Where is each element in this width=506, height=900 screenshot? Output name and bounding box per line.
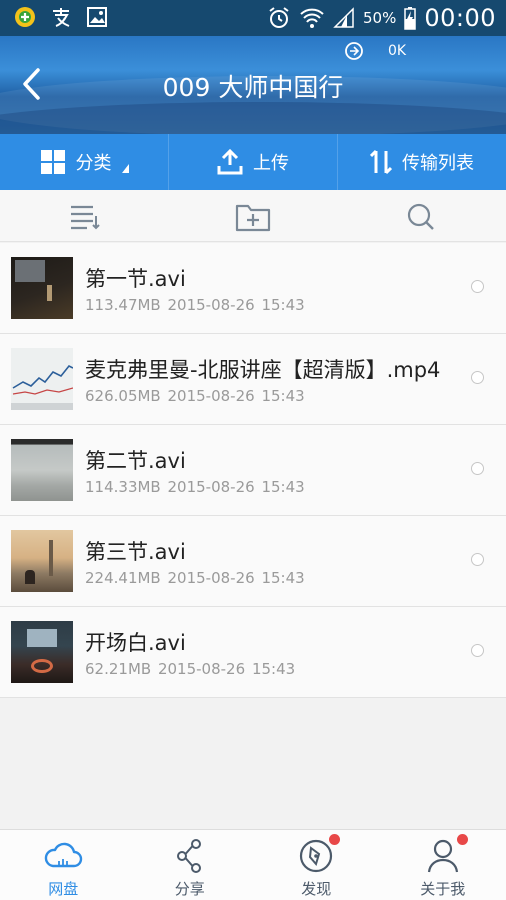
video-thumbnail bbox=[11, 530, 73, 592]
traffic-icon bbox=[345, 42, 363, 60]
alipay-notification-icon bbox=[50, 6, 72, 28]
wifi-icon bbox=[300, 8, 324, 28]
select-checkbox[interactable] bbox=[471, 553, 484, 566]
notification-badge bbox=[456, 834, 468, 845]
video-thumbnail bbox=[11, 257, 73, 319]
video-thumbnail bbox=[11, 621, 73, 683]
notification-badge bbox=[329, 834, 340, 845]
nav-label: 关于我 bbox=[420, 880, 466, 898]
select-checkbox[interactable] bbox=[471, 644, 484, 657]
traffic-speed: 0K bbox=[388, 43, 407, 59]
nav-item-share[interactable]: 分享 bbox=[127, 830, 254, 900]
traffic-indicator: 0K bbox=[344, 41, 406, 61]
file-meta: 626.05MB 2015-08-26 15:43 bbox=[85, 387, 305, 405]
caret-icon bbox=[121, 163, 129, 173]
upload-label: 上传 bbox=[253, 153, 289, 174]
header: 0K 009 大师中国行 bbox=[0, 36, 506, 134]
video-thumbnail bbox=[11, 348, 73, 410]
nav-label: 分享 bbox=[174, 880, 205, 898]
transfer-list-button[interactable]: 传输列表 bbox=[338, 134, 506, 190]
file-name: 开场白.avi bbox=[85, 631, 186, 655]
video-thumbnail bbox=[11, 439, 73, 501]
new-folder-icon[interactable] bbox=[235, 202, 271, 232]
search-icon[interactable] bbox=[405, 202, 437, 232]
file-row[interactable]: 麦克弗里曼-北服讲座【超清版】.mp4 626.05MB 2015-08-26 … bbox=[0, 334, 506, 425]
nav-item-discover[interactable]: 发现 bbox=[253, 830, 380, 900]
nav-label: 发现 bbox=[301, 880, 332, 898]
nav-label: 网盘 bbox=[48, 880, 79, 898]
file-row[interactable]: 第一节.avi 113.47MB 2015-08-26 15:43 bbox=[0, 243, 506, 334]
file-meta: 62.21MB 2015-08-26 15:43 bbox=[85, 660, 296, 678]
file-meta: 114.33MB 2015-08-26 15:43 bbox=[85, 478, 305, 496]
file-meta: 224.41MB 2015-08-26 15:43 bbox=[85, 569, 305, 587]
category-label: 分类 bbox=[75, 153, 112, 174]
file-row[interactable]: 第三节.avi 224.41MB 2015-08-26 15:43 bbox=[0, 516, 506, 607]
nav-item-cloud-drive[interactable]: 网盘 bbox=[0, 830, 127, 900]
transfer-list-label: 传输列表 bbox=[402, 153, 474, 174]
share-icon bbox=[176, 839, 201, 873]
file-name: 麦克弗里曼-北服讲座【超清版】.mp4 bbox=[85, 358, 441, 382]
bottom-nav: 网盘 分享 发现 关于我 bbox=[0, 829, 506, 900]
battery-percent: 50% bbox=[362, 9, 397, 27]
sort-icon[interactable] bbox=[69, 202, 101, 232]
upload-button[interactable]: 上传 bbox=[169, 134, 338, 190]
select-checkbox[interactable] bbox=[471, 462, 484, 475]
transfer-icon bbox=[370, 149, 392, 175]
select-checkbox[interactable] bbox=[471, 280, 484, 293]
file-name: 第二节.avi bbox=[85, 449, 186, 473]
file-name: 第三节.avi bbox=[85, 540, 186, 564]
page-title: 009 大师中国行 bbox=[162, 73, 344, 102]
grid-icon bbox=[40, 150, 65, 174]
app-notification-icon bbox=[14, 6, 36, 28]
person-icon bbox=[427, 839, 458, 873]
status-bar: 50% 00:00 bbox=[0, 0, 506, 36]
gallery-notification-icon bbox=[86, 6, 108, 28]
select-checkbox[interactable] bbox=[471, 371, 484, 384]
cloud-icon bbox=[44, 842, 83, 868]
toolbar: 分类 上传 传输列表 bbox=[0, 134, 506, 190]
signal-icon bbox=[333, 7, 354, 28]
file-row[interactable]: 开场白.avi 62.21MB 2015-08-26 15:43 bbox=[0, 607, 506, 698]
file-name: 第一节.avi bbox=[85, 267, 186, 291]
category-button[interactable]: 分类 bbox=[0, 134, 169, 190]
file-list: 第一节.avi 113.47MB 2015-08-26 15:43 麦克弗里曼-… bbox=[0, 243, 506, 698]
clock: 00:00 bbox=[424, 4, 496, 32]
nav-item-about-me[interactable]: 关于我 bbox=[380, 830, 506, 900]
file-meta: 113.47MB 2015-08-26 15:43 bbox=[85, 296, 305, 314]
file-row[interactable]: 第二节.avi 114.33MB 2015-08-26 15:43 bbox=[0, 425, 506, 516]
battery-charging-icon bbox=[404, 7, 417, 30]
upload-icon bbox=[217, 149, 243, 175]
action-bar bbox=[0, 190, 506, 242]
alarm-icon bbox=[269, 7, 289, 28]
